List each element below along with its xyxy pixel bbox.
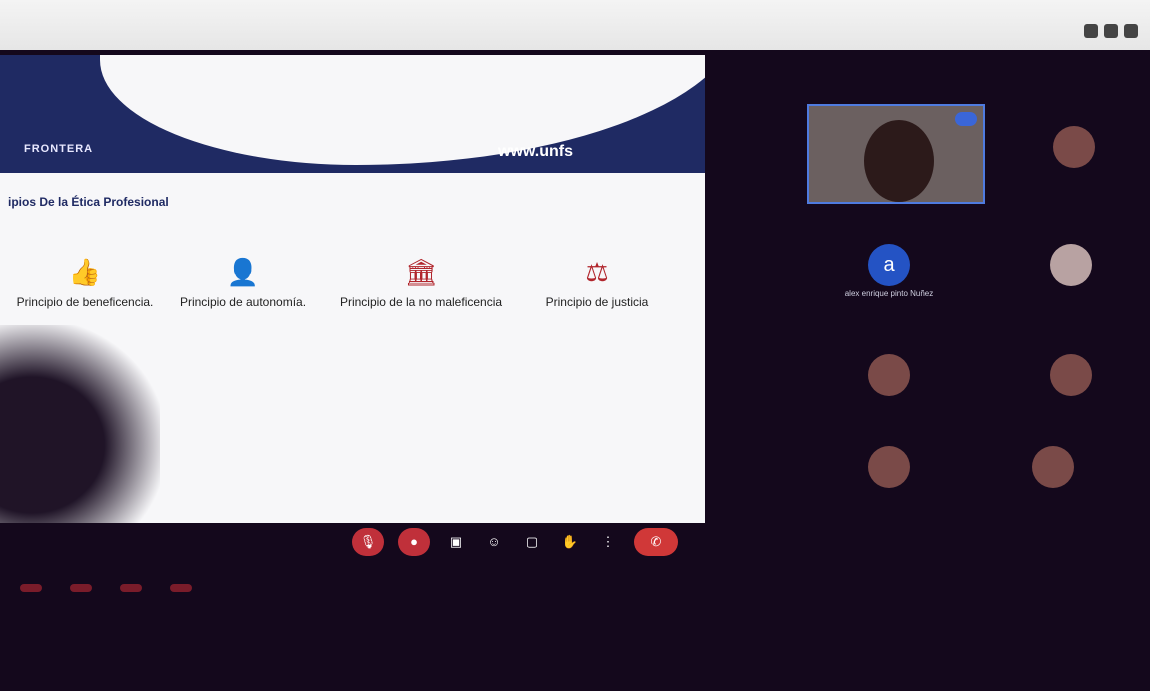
captions-icon[interactable]: ▣	[444, 528, 468, 556]
participant-tile-active[interactable]	[807, 104, 985, 204]
participant-avatar	[1050, 354, 1092, 396]
end-call-icon[interactable]: ✆	[634, 528, 678, 556]
photo-glare-shadow	[0, 325, 160, 523]
participant-avatar	[868, 446, 910, 488]
bottom-indicator	[70, 584, 92, 592]
mic-off-icon[interactable]: 🎙	[352, 528, 384, 556]
participant-avatar	[868, 354, 910, 396]
shared-presentation-slide: FRONTERA www.unfs ipios De la Ética Prof…	[0, 55, 705, 523]
speaking-badge	[955, 112, 977, 126]
raise-hand-icon[interactable]: ✋	[558, 528, 582, 556]
bottom-indicator	[20, 584, 42, 592]
emoji-icon[interactable]: ☺	[482, 528, 506, 556]
slide-brand: FRONTERA	[24, 143, 94, 155]
participant-tile[interactable]	[800, 332, 978, 432]
minimize-icon[interactable]	[1084, 24, 1098, 38]
principle-card: ⚖ Principio de justicia	[512, 255, 682, 320]
slide-url: www.unfs	[498, 143, 573, 160]
principle-card: 🏛 Principio de la no maleficencia	[336, 255, 506, 320]
participant-avatar	[1053, 126, 1095, 168]
call-controls-toolbar: 🎙 ● ▣ ☺ ▢ ✋ ⋮ ✆	[352, 528, 678, 556]
participant-avatar: a	[868, 244, 910, 286]
participant-tile[interactable]	[985, 104, 1150, 204]
participant-tile[interactable]	[800, 424, 978, 524]
close-icon[interactable]	[1124, 24, 1138, 38]
more-options-icon[interactable]: ⋮	[596, 528, 620, 556]
participant-video	[864, 120, 934, 202]
principle-card: 👤 Principio de autonomía.	[158, 255, 328, 320]
maximize-icon[interactable]	[1104, 24, 1118, 38]
building-icon: 🏛	[404, 257, 438, 287]
principle-title: Principio de beneficencia.	[16, 295, 154, 309]
bottom-indicator	[120, 584, 142, 592]
camera-off-icon[interactable]: ●	[398, 528, 430, 556]
browser-top-bar	[0, 0, 1150, 50]
user-check-icon: 👤	[226, 257, 260, 287]
principle-title: Principio de autonomía.	[179, 295, 307, 309]
participant-tile[interactable]: a alex enrique pinto Nuñez	[800, 222, 978, 322]
scales-icon: ⚖	[585, 257, 609, 287]
slide-title: ipios De la Ética Profesional	[8, 195, 169, 209]
thumbs-up-icon: 👍	[68, 257, 102, 287]
principle-card: 👍 Principio de beneficencia.	[0, 255, 170, 320]
participant-name: alex enrique pinto Nuñez	[844, 289, 934, 298]
participant-tile[interactable]	[982, 222, 1150, 322]
present-icon[interactable]: ▢	[520, 528, 544, 556]
participant-tile[interactable]	[964, 424, 1142, 524]
principle-title: Principio de la no maleficencia	[339, 295, 503, 309]
principle-title: Principio de justicia	[545, 295, 649, 309]
participant-avatar	[1050, 244, 1092, 286]
bottom-bar-decorations	[20, 584, 192, 592]
participant-tile[interactable]	[982, 332, 1150, 432]
window-controls	[1084, 24, 1138, 38]
bottom-indicator	[170, 584, 192, 592]
participant-avatar	[1032, 446, 1074, 488]
